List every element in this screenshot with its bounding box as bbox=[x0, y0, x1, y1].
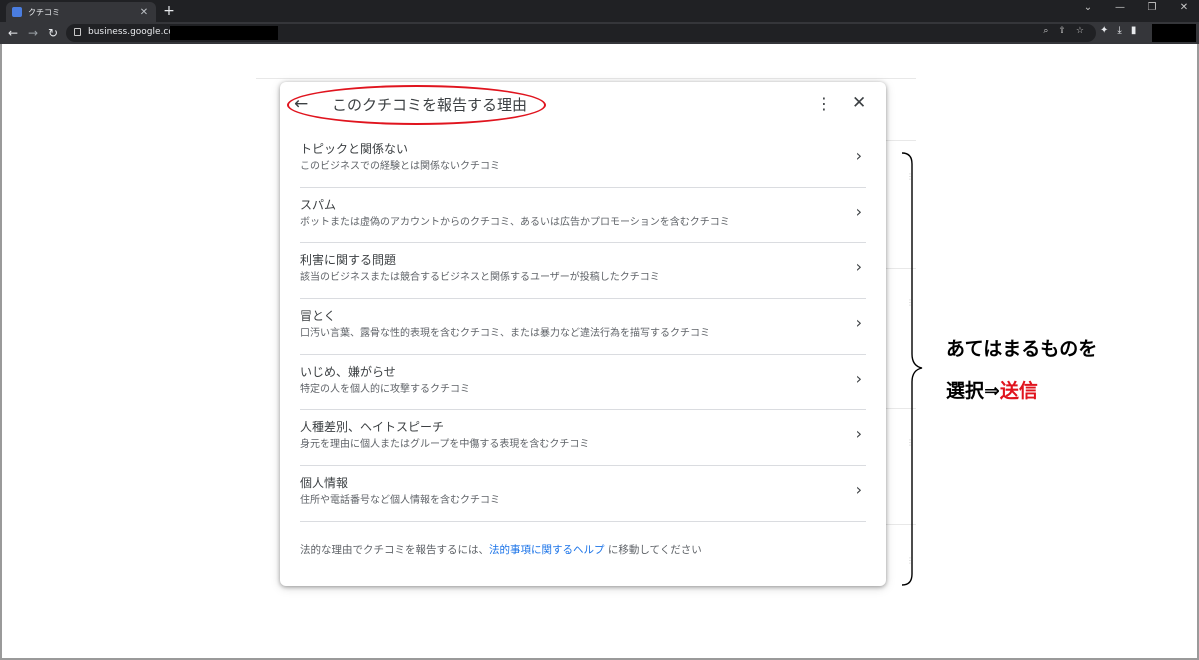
minimize-icon[interactable]: — bbox=[1113, 2, 1127, 13]
reason-description: 特定の人を個人的に攻撃するクチコミ bbox=[300, 383, 470, 395]
browser-tab[interactable]: クチコミ ✕ bbox=[6, 2, 156, 22]
forward-nav-icon[interactable]: → bbox=[26, 24, 40, 42]
legal-help-link[interactable]: 法的事項に関するヘルプ bbox=[489, 544, 605, 556]
zoom-icon[interactable]: ⌕ bbox=[1043, 26, 1048, 36]
extensions-icon[interactable]: ✦ bbox=[1100, 25, 1108, 36]
side-panel-icon[interactable]: ▮ bbox=[1131, 25, 1137, 36]
reason-item-profanity[interactable]: 冒とく 口汚い言葉、露骨な性的表現を含むクチコミ、または暴力など違法行為を描写す… bbox=[300, 299, 866, 355]
tab-favicon-icon bbox=[12, 7, 22, 17]
address-bar[interactable]: business.google.com/ ⌕ ⇪ ☆ bbox=[66, 24, 1096, 42]
chevron-right-icon: › bbox=[855, 424, 862, 444]
toolbar-icons: ✦ ⤓ ▮ bbox=[1100, 25, 1136, 36]
curly-brace-annotation bbox=[901, 152, 923, 586]
reason-title: トピックと関係ない bbox=[300, 142, 409, 156]
annotation-line-2: 選択⇒送信 bbox=[946, 376, 1038, 403]
reason-item-spam[interactable]: スパム ボットまたは虚偽のアカウントからのクチコミ、あるいは広告かプロモーション… bbox=[300, 188, 866, 244]
reason-description: 身元を理由に個人またはグループを中傷する表現を含むクチコミ bbox=[300, 439, 590, 451]
reason-title: 冒とく bbox=[300, 309, 336, 324]
window-close-icon[interactable]: ✕ bbox=[1177, 2, 1191, 13]
reason-description: ボットまたは虚偽のアカウントからのクチコミ、あるいは広告かプロモーションを含むク… bbox=[300, 216, 730, 228]
lock-icon bbox=[74, 28, 81, 36]
share-icon[interactable]: ⇪ bbox=[1058, 26, 1066, 36]
chevron-right-icon: › bbox=[855, 146, 862, 165]
omnibox-icons: ⌕ ⇪ ☆ bbox=[1043, 26, 1084, 36]
annotation-line-1: あてはまるものを bbox=[946, 338, 1098, 360]
new-tab-button[interactable]: + bbox=[162, 3, 176, 19]
window-controls: ⌄ — ❐ ✕ bbox=[1081, 2, 1191, 13]
redacted-url-part bbox=[170, 26, 278, 40]
reason-description: 該当のビジネスまたは競合するビジネスと関係するユーザーが投稿したクチコミ bbox=[300, 272, 660, 284]
more-options-icon[interactable]: ⋮ bbox=[816, 94, 832, 114]
browser-toolbar: ← → ↻ business.google.com/ ⌕ ⇪ ☆ ✦ ⤓ ▮ bbox=[0, 22, 1199, 44]
reason-item-off-topic[interactable]: トピックと関係ない このビジネスでの経験とは関係ないクチコミ › bbox=[300, 132, 866, 188]
background-divider bbox=[886, 140, 916, 141]
reason-item-conflict-of-interest[interactable]: 利害に関する問題 該当のビジネスまたは競合するビジネスと関係するユーザーが投稿し… bbox=[300, 243, 866, 300]
dialog-title: このクチコミを報告する理由 bbox=[332, 96, 528, 114]
back-nav-icon[interactable]: ← bbox=[6, 24, 20, 42]
reason-title: いじめ、嫌がらせ bbox=[300, 364, 396, 379]
reload-icon[interactable]: ↻ bbox=[46, 24, 60, 42]
tab-search-icon[interactable]: ⌄ bbox=[1081, 2, 1095, 13]
reason-item-bullying[interactable]: いじめ、嫌がらせ 特定の人を個人的に攻撃するクチコミ › bbox=[300, 355, 866, 411]
chevron-right-icon: › bbox=[855, 480, 862, 500]
reason-description: 口汚い言葉、露骨な性的表現を含むクチコミ、または暴力など違法行為を描写するクチコ… bbox=[300, 328, 710, 340]
restore-icon[interactable]: ❐ bbox=[1145, 2, 1159, 13]
background-divider bbox=[256, 78, 916, 79]
tab-close-icon[interactable]: ✕ bbox=[138, 7, 150, 18]
chevron-right-icon: › bbox=[855, 201, 862, 221]
tab-title: クチコミ bbox=[28, 7, 60, 17]
chevron-right-icon: › bbox=[855, 257, 862, 277]
report-reason-dialog: ← このクチコミを報告する理由 ⋮ ✕ トピックと関係ない このビジネスでの経験… bbox=[280, 82, 886, 586]
reason-item-hate-speech[interactable]: 人種差別、ヘイトスピーチ 身元を理由に個人またはグループを中傷する表現を含むクチ… bbox=[300, 410, 866, 467]
reason-title: スパム bbox=[300, 197, 337, 212]
browser-tab-bar: クチコミ ✕ + ⌄ — ❐ ✕ bbox=[0, 0, 1199, 22]
annotation-send-text: 送信 bbox=[999, 380, 1038, 402]
footer-text-after: に移動してください bbox=[604, 544, 702, 556]
footer-text-before: 法的な理由でクチコミを報告するには、 bbox=[300, 544, 489, 556]
reason-title: 人種差別、ヘイトスピーチ bbox=[300, 420, 445, 435]
bookmark-star-icon[interactable]: ☆ bbox=[1076, 26, 1084, 36]
download-icon[interactable]: ⤓ bbox=[1117, 25, 1121, 36]
reason-title: 利害に関する問題 bbox=[300, 253, 397, 268]
reason-title: 個人情報 bbox=[300, 476, 349, 491]
annotation-select-text: 選択⇒ bbox=[946, 380, 1000, 402]
reason-description: 住所や電話番号など個人情報を含むクチコミ bbox=[300, 495, 500, 507]
back-arrow-icon[interactable]: ← bbox=[294, 94, 308, 114]
chevron-right-icon: › bbox=[855, 368, 862, 388]
reason-list: トピックと関係ない このビジネスでの経験とは関係ないクチコミ › スパム ボット… bbox=[300, 132, 866, 522]
chevron-right-icon: › bbox=[855, 313, 862, 333]
dialog-close-icon[interactable]: ✕ bbox=[852, 93, 866, 113]
redacted-profile bbox=[1152, 24, 1196, 42]
reason-item-personal-info[interactable]: 個人情報 住所や電話番号など個人情報を含むクチコミ › bbox=[300, 466, 866, 522]
legal-footer: 法的な理由でクチコミを報告するには、法的事項に関するヘルプ に移動してください bbox=[300, 542, 702, 557]
reason-description: このビジネスでの経験とは関係ないクチコミ bbox=[300, 161, 500, 172]
